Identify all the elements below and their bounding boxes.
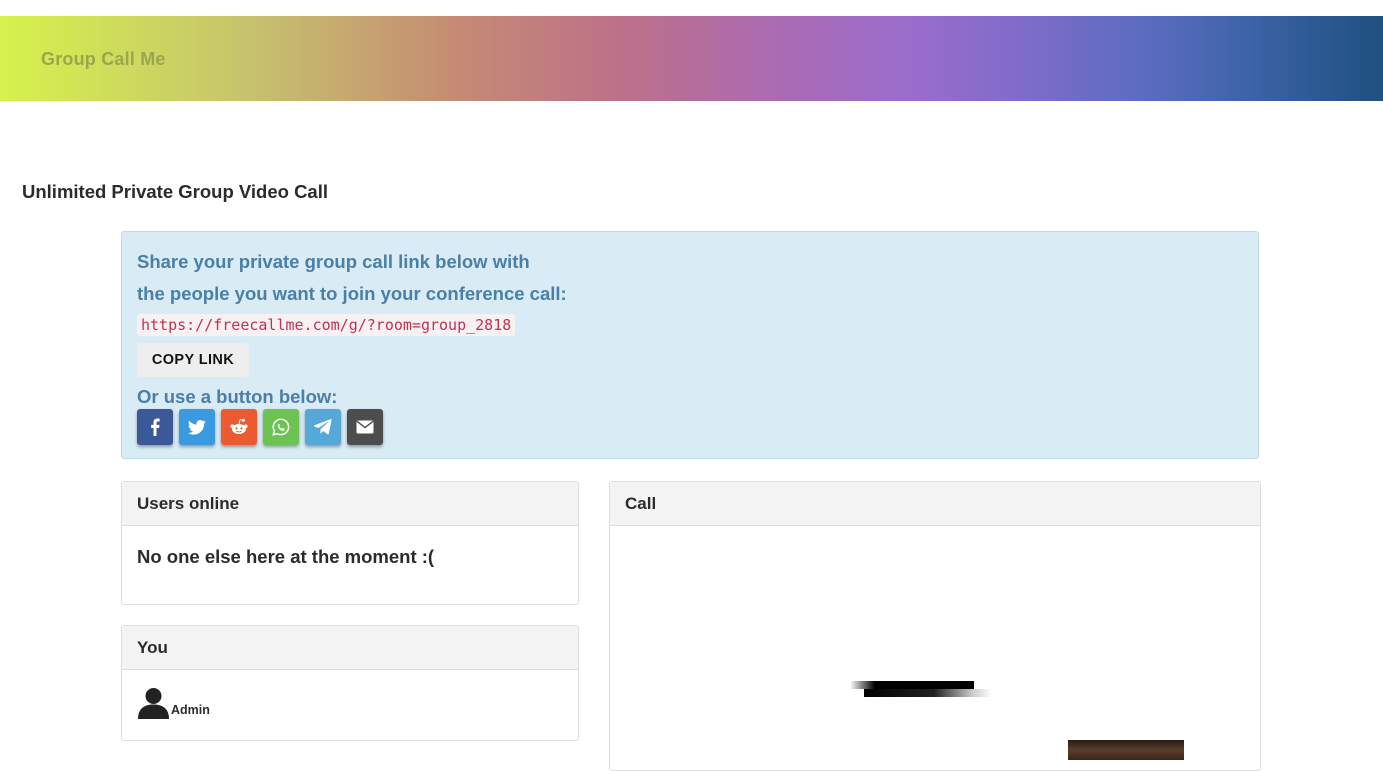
video-loading-artifact <box>850 681 974 689</box>
call-heading: Call <box>610 482 1260 526</box>
header-banner: Group Call Me <box>0 16 1383 101</box>
whatsapp-share-button[interactable] <box>263 409 299 445</box>
current-user-row: Admin <box>137 686 210 724</box>
video-loading-artifact <box>864 689 992 697</box>
no-users-message: No one else here at the moment :( <box>137 546 435 567</box>
share-instruction-line-1: Share your private group call link below… <box>137 251 530 272</box>
user-silhouette-icon <box>137 686 170 724</box>
call-panel: Call <box>609 481 1261 771</box>
share-buttons-row <box>137 409 383 445</box>
users-online-heading: Users online <box>122 482 578 526</box>
brand-logo-text[interactable]: Group Call Me <box>41 49 166 70</box>
facebook-share-button[interactable] <box>137 409 173 445</box>
share-link-box: Share your private group call link below… <box>121 231 1259 459</box>
share-instruction-line-2: the people you want to join your confere… <box>137 283 567 304</box>
twitter-icon <box>188 419 206 435</box>
users-online-panel: Users online No one else here at the mom… <box>121 481 579 605</box>
telegram-share-button[interactable] <box>305 409 341 445</box>
you-panel: You Admin <box>121 625 579 741</box>
email-share-button[interactable] <box>347 409 383 445</box>
twitter-share-button[interactable] <box>179 409 215 445</box>
page-title: Unlimited Private Group Video Call <box>22 181 328 202</box>
facebook-icon <box>150 418 160 436</box>
whatsapp-icon <box>272 418 290 436</box>
reddit-icon <box>229 418 249 436</box>
copy-link-button[interactable]: COPY LINK <box>137 343 249 377</box>
telegram-icon <box>314 419 332 435</box>
current-user-name: Admin <box>171 703 210 717</box>
top-strip <box>0 0 1383 16</box>
envelope-icon <box>356 420 374 434</box>
reddit-share-button[interactable] <box>221 409 257 445</box>
local-video-preview <box>1068 740 1184 760</box>
share-buttons-label: Or use a button below: <box>137 386 338 407</box>
call-link-text[interactable]: https://freecallme.com/g/?room=group_281… <box>137 314 516 336</box>
you-heading: You <box>122 626 578 670</box>
